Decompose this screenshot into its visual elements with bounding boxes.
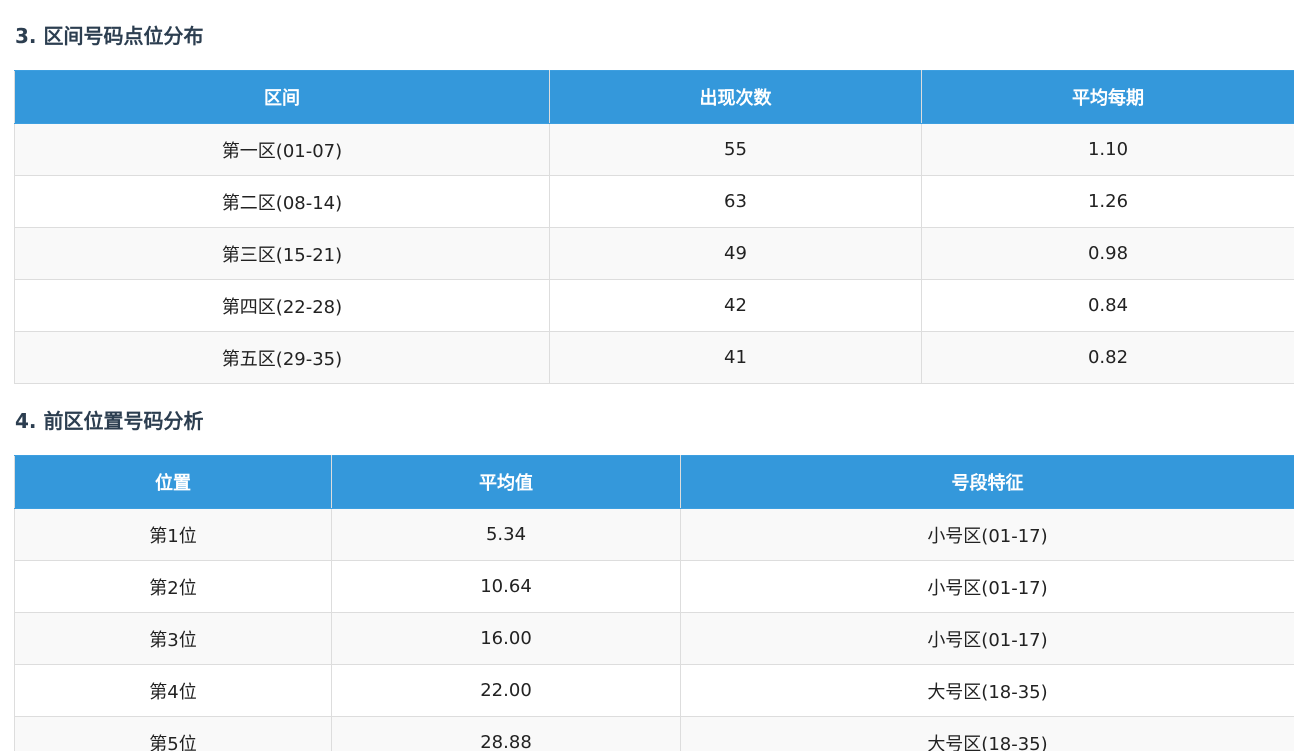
cell-interval: 第五区(29-35) (14, 331, 550, 384)
cell-average: 0.84 (921, 279, 1294, 332)
cell-average: 1.10 (921, 123, 1294, 176)
table-row: 第一区(01-07) 55 1.10 (14, 123, 1294, 176)
section-title-front-position-analysis: 4. 前区位置号码分析 (15, 409, 204, 433)
cell-position: 第2位 (14, 560, 332, 613)
column-header-occurrences[interactable]: 出现次数 (549, 70, 922, 124)
cell-average: 1.26 (921, 175, 1294, 228)
cell-interval: 第四区(22-28) (14, 279, 550, 332)
column-header-position[interactable]: 位置 (14, 455, 332, 509)
column-header-average-per-draw[interactable]: 平均每期 (921, 70, 1294, 124)
column-header-interval[interactable]: 区间 (14, 70, 550, 124)
cell-average-value: 28.88 (331, 716, 681, 751)
cell-average-value: 10.64 (331, 560, 681, 613)
table-row: 第三区(15-21) 49 0.98 (14, 227, 1294, 280)
table-row: 第五区(29-35) 41 0.82 (14, 331, 1294, 384)
section-title-interval-distribution: 3. 区间号码点位分布 (15, 24, 204, 48)
page: 3. 区间号码点位分布 区间 出现次数 平均每期 第一区(01-07) 55 1… (0, 0, 1294, 751)
cell-interval: 第三区(15-21) (14, 227, 550, 280)
cell-range-feature: 大号区(18-35) (680, 716, 1294, 751)
cell-range-feature: 小号区(01-17) (680, 612, 1294, 665)
table-row: 第3位 16.00 小号区(01-17) (14, 612, 1294, 665)
cell-range-feature: 小号区(01-17) (680, 560, 1294, 613)
cell-range-feature: 大号区(18-35) (680, 664, 1294, 717)
cell-occurrences: 49 (549, 227, 922, 280)
table-header-row: 区间 出现次数 平均每期 (14, 70, 1294, 124)
column-header-average-value[interactable]: 平均值 (331, 455, 681, 509)
cell-average-value: 5.34 (331, 508, 681, 561)
interval-distribution-table: 区间 出现次数 平均每期 第一区(01-07) 55 1.10 第二区(08-1… (14, 70, 1294, 384)
table-header-row: 位置 平均值 号段特征 (14, 455, 1294, 509)
position-analysis-table: 位置 平均值 号段特征 第1位 5.34 小号区(01-17) 第2位 10.6… (14, 455, 1294, 751)
cell-average-value: 22.00 (331, 664, 681, 717)
cell-interval: 第二区(08-14) (14, 175, 550, 228)
cell-occurrences: 55 (549, 123, 922, 176)
cell-occurrences: 63 (549, 175, 922, 228)
cell-position: 第1位 (14, 508, 332, 561)
cell-position: 第4位 (14, 664, 332, 717)
cell-occurrences: 42 (549, 279, 922, 332)
table-row: 第1位 5.34 小号区(01-17) (14, 508, 1294, 561)
table-row: 第2位 10.64 小号区(01-17) (14, 560, 1294, 613)
table-row: 第四区(22-28) 42 0.84 (14, 279, 1294, 332)
cell-position: 第5位 (14, 716, 332, 751)
cell-position: 第3位 (14, 612, 332, 665)
cell-interval: 第一区(01-07) (14, 123, 550, 176)
cell-range-feature: 小号区(01-17) (680, 508, 1294, 561)
cell-average-value: 16.00 (331, 612, 681, 665)
cell-average: 0.82 (921, 331, 1294, 384)
table-row: 第二区(08-14) 63 1.26 (14, 175, 1294, 228)
table-row: 第4位 22.00 大号区(18-35) (14, 664, 1294, 717)
table-row: 第5位 28.88 大号区(18-35) (14, 716, 1294, 751)
cell-average: 0.98 (921, 227, 1294, 280)
column-header-range-feature[interactable]: 号段特征 (680, 455, 1294, 509)
cell-occurrences: 41 (549, 331, 922, 384)
